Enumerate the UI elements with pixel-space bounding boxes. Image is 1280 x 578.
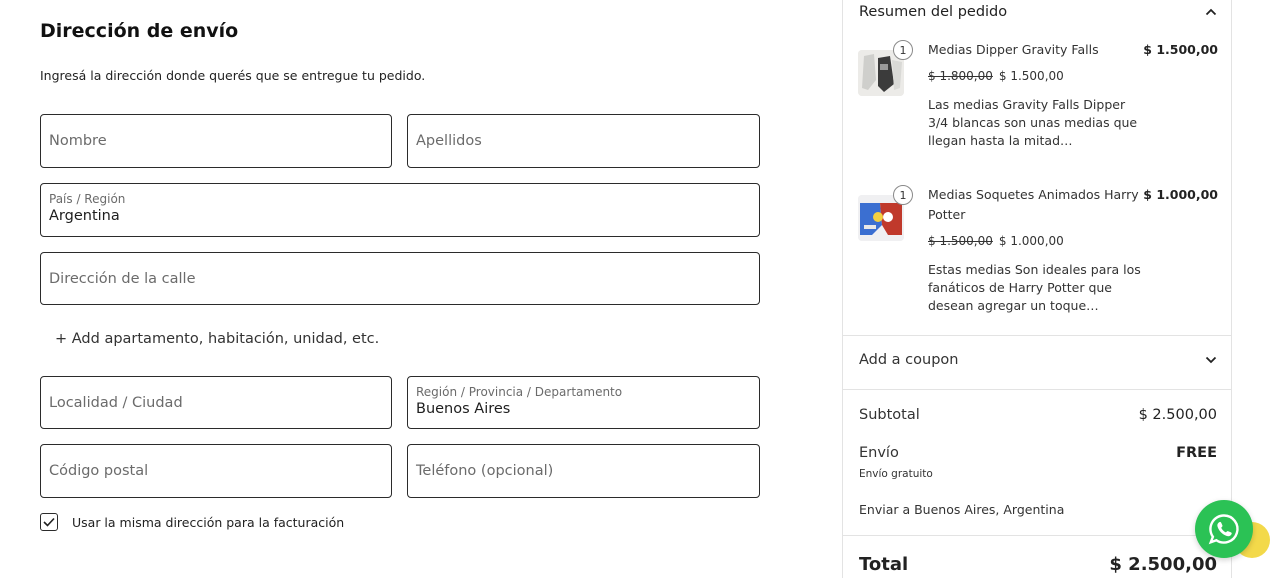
state-value: Buenos Aires xyxy=(416,401,511,417)
checkmark-icon xyxy=(43,517,55,527)
city-placeholder: Localidad / Ciudad xyxy=(49,394,183,411)
whatsapp-icon xyxy=(1208,514,1239,545)
item-price: $ 1.800,00 $ 1.500,00 xyxy=(928,69,1064,83)
order-summary-panel: Resumen del pedido 1 Medias Dipper Gravi… xyxy=(842,0,1232,578)
postcode-field[interactable]: Código postal xyxy=(40,444,392,498)
quantity-badge: 1 xyxy=(893,40,913,60)
phone-placeholder: Teléfono (opcional) xyxy=(416,463,554,479)
order-summary-toggle[interactable]: Resumen del pedido xyxy=(859,4,1217,26)
chevron-down-icon xyxy=(1205,356,1217,364)
shipping-label: Envío xyxy=(859,445,899,461)
subtotal-label: Subtotal xyxy=(859,407,920,423)
last-name-field[interactable]: Apellidos xyxy=(407,114,760,168)
city-field[interactable]: Localidad / Ciudad xyxy=(40,376,392,429)
same-billing-checkbox[interactable] xyxy=(40,513,58,531)
order-summary-title: Resumen del pedido xyxy=(859,4,1008,20)
phone-field[interactable]: Teléfono (opcional) xyxy=(407,444,760,498)
shipping-address-heading: Dirección de envío xyxy=(40,20,239,42)
subtotal-value: $ 2.500,00 xyxy=(1138,407,1217,423)
item-name: Medias Dipper Gravity Falls xyxy=(928,42,1099,57)
item-price: $ 1.500,00 $ 1.000,00 xyxy=(928,234,1064,248)
street-address-placeholder: Dirección de la calle xyxy=(49,270,196,287)
item-total: $ 1.500,00 xyxy=(1143,42,1218,57)
shipping-value: FREE xyxy=(1176,445,1217,461)
shipping-method: Envío gratuito xyxy=(859,468,933,480)
add-apartment-link[interactable]: + Add apartamento, habitación, unidad, e… xyxy=(55,331,379,347)
country-label: País / Región xyxy=(49,192,126,206)
item-total: $ 1.000,00 xyxy=(1143,187,1218,202)
state-label: Región / Provincia / Departamento xyxy=(416,385,623,399)
quantity-badge: 1 xyxy=(893,185,913,205)
same-billing-option[interactable]: Usar la misma dirección para la facturac… xyxy=(40,513,344,531)
country-value: Argentina xyxy=(49,208,120,224)
same-billing-label: Usar la misma dirección para la facturac… xyxy=(72,514,345,530)
divider xyxy=(843,389,1231,390)
postcode-placeholder: Código postal xyxy=(49,463,149,479)
street-address-field[interactable]: Dirección de la calle xyxy=(40,252,760,305)
total-value: $ 2.500,00 xyxy=(1109,554,1217,575)
country-select[interactable]: País / Región Argentina xyxy=(40,183,760,237)
add-coupon-toggle[interactable]: Add a coupon xyxy=(859,352,1217,374)
chevron-up-icon xyxy=(1205,8,1217,16)
last-name-placeholder: Apellidos xyxy=(416,133,482,149)
item-description: Estas medias Son ideales para los fanáti… xyxy=(928,262,1141,313)
item-description: Las medias Gravity Falls Dipper 3/4 blan… xyxy=(928,97,1138,148)
divider xyxy=(843,335,1231,336)
item-name: Medias Soquetes Animados Harry Potter xyxy=(928,187,1139,222)
shipping-address-subtitle: Ingresá la dirección donde querés que se… xyxy=(40,68,426,83)
sale-price: $ 1.000,00 xyxy=(998,234,1064,248)
first-name-field[interactable]: Nombre xyxy=(40,114,392,168)
regular-price: $ 1.800,00 xyxy=(928,69,993,83)
state-select[interactable]: Región / Provincia / Departamento Buenos… xyxy=(407,376,760,429)
first-name-placeholder: Nombre xyxy=(49,133,107,149)
regular-price: $ 1.500,00 xyxy=(928,234,993,248)
total-label: Total xyxy=(859,554,909,575)
ship-to-address: Enviar a Buenos Aires, Argentina xyxy=(859,502,1065,517)
divider xyxy=(843,535,1231,536)
add-coupon-label: Add a coupon xyxy=(859,352,959,368)
sale-price: $ 1.500,00 xyxy=(998,69,1064,83)
whatsapp-chat-button[interactable] xyxy=(1195,500,1253,558)
